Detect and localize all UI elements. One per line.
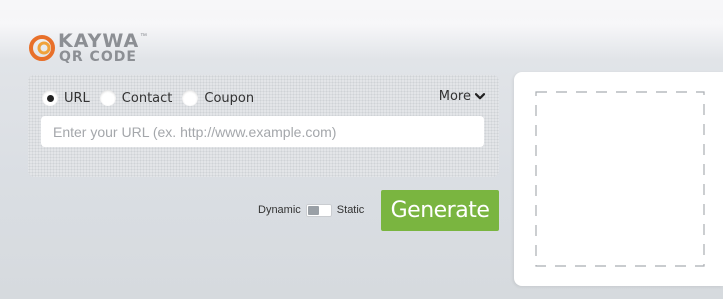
static-label[interactable]: Static: [337, 204, 365, 216]
kaywa-logo-mark-icon: [29, 35, 55, 61]
qr-type-coupon[interactable]: Coupon: [182, 90, 254, 106]
logo-subtitle: QR CODE: [59, 49, 137, 65]
kaywa-logo[interactable]: KAYWA ™ QR CODE: [28, 30, 188, 66]
qr-type-coupon-label: Coupon: [204, 90, 255, 106]
url-input[interactable]: [41, 116, 484, 147]
qr-placeholder-frame: [535, 91, 705, 267]
more-label: More: [438, 89, 471, 104]
generate-button[interactable]: Generate: [381, 190, 499, 231]
dynamic-label[interactable]: Dynamic: [258, 204, 301, 216]
qr-preview-card: [514, 72, 723, 286]
mode-toggle-knob: [307, 205, 319, 215]
top-strip: [0, 0, 723, 10]
logo-trademark: ™: [140, 33, 147, 40]
radio-coupon[interactable]: [182, 90, 199, 106]
qr-type-url[interactable]: URL: [42, 90, 90, 106]
qr-type-contact[interactable]: Contact: [99, 90, 173, 106]
qr-type-url-label: URL: [64, 90, 90, 106]
more-types-dropdown[interactable]: More: [439, 89, 485, 104]
qr-input-panel: URL Contact Coupon More: [28, 75, 499, 177]
dynamic-static-switch: Dynamic Static: [258, 203, 364, 217]
chevron-down-icon: [475, 93, 485, 100]
radio-contact[interactable]: [99, 90, 116, 106]
radio-url[interactable]: [42, 90, 58, 106]
mode-toggle[interactable]: [305, 203, 332, 217]
qr-type-radio-group: URL Contact Coupon: [42, 89, 264, 107]
qr-type-contact-label: Contact: [121, 90, 173, 106]
